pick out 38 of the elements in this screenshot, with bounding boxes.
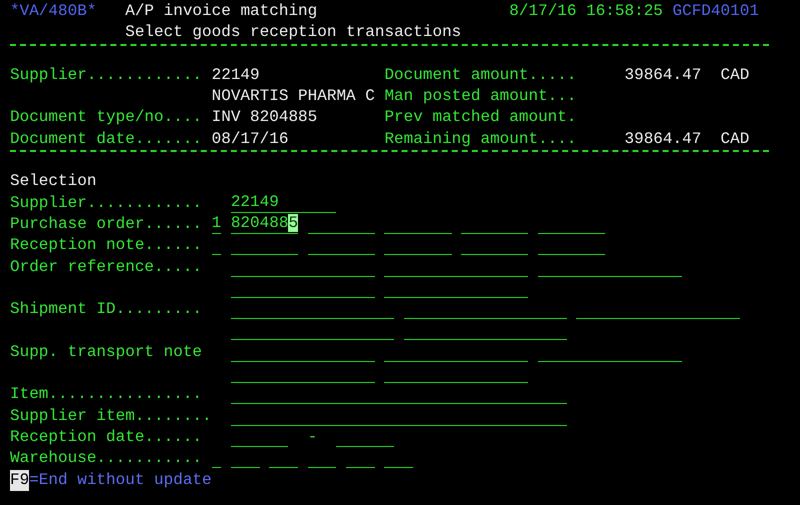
range-separator: - [308,426,318,448]
screen-subtitle: Select goods reception transactions [125,22,462,44]
field-label: Order reference..... [10,258,202,276]
field-label: Purchase order...... [10,214,202,233]
field-value: NOVARTIS PHARMA C [212,86,376,108]
field-label: Man posted amount... [384,86,578,108]
field-value: 08/17/16 [212,128,290,150]
currency-code: CAD [720,128,750,150]
field-value: INV 8204885 [212,107,318,128]
function-key[interactable]: F9 [10,470,30,491]
window-title: A/P invoice matching [125,1,318,22]
input-field[interactable]: 22149 [230,192,336,213]
currency-code: CAD [720,64,750,86]
field-label: Item................ [10,385,202,404]
field-label: Shipment ID......... [10,300,202,318]
date-time: 8/17/16 16:58:25 [509,1,663,22]
field-label: Remaining amount.... [384,128,578,150]
field-label: Document date....... [10,130,202,148]
field-label: Warehouse........... [10,449,202,468]
amount-value: 39864.47 [623,128,702,150]
terminal-id: GCFD40101 [672,1,759,22]
field-label: Document amount..... [384,64,578,86]
amount-value: 39864.47 [623,64,702,86]
field-label: Supplier item........ [10,406,212,425]
field-label: Document type/no.... [10,108,202,126]
field-label: Supplier............ [10,194,202,212]
input-field[interactable]: 1 [212,214,222,234]
input-field[interactable]: 8204885 [230,214,298,234]
field-label: Supp. transport note [10,342,202,361]
command-hint: =End without update [29,470,212,491]
field-label: Reception note...... [10,236,202,254]
program-id: *VA/480B* [10,1,98,22]
field-value: 22149 [212,64,261,86]
field-label: Prev matched amount. [384,107,578,128]
section-heading: Selection [10,171,96,192]
text-cursor: 5 [288,214,298,232]
field-label: Supplier............ [10,66,202,84]
field-label: Reception date...... [10,428,202,446]
